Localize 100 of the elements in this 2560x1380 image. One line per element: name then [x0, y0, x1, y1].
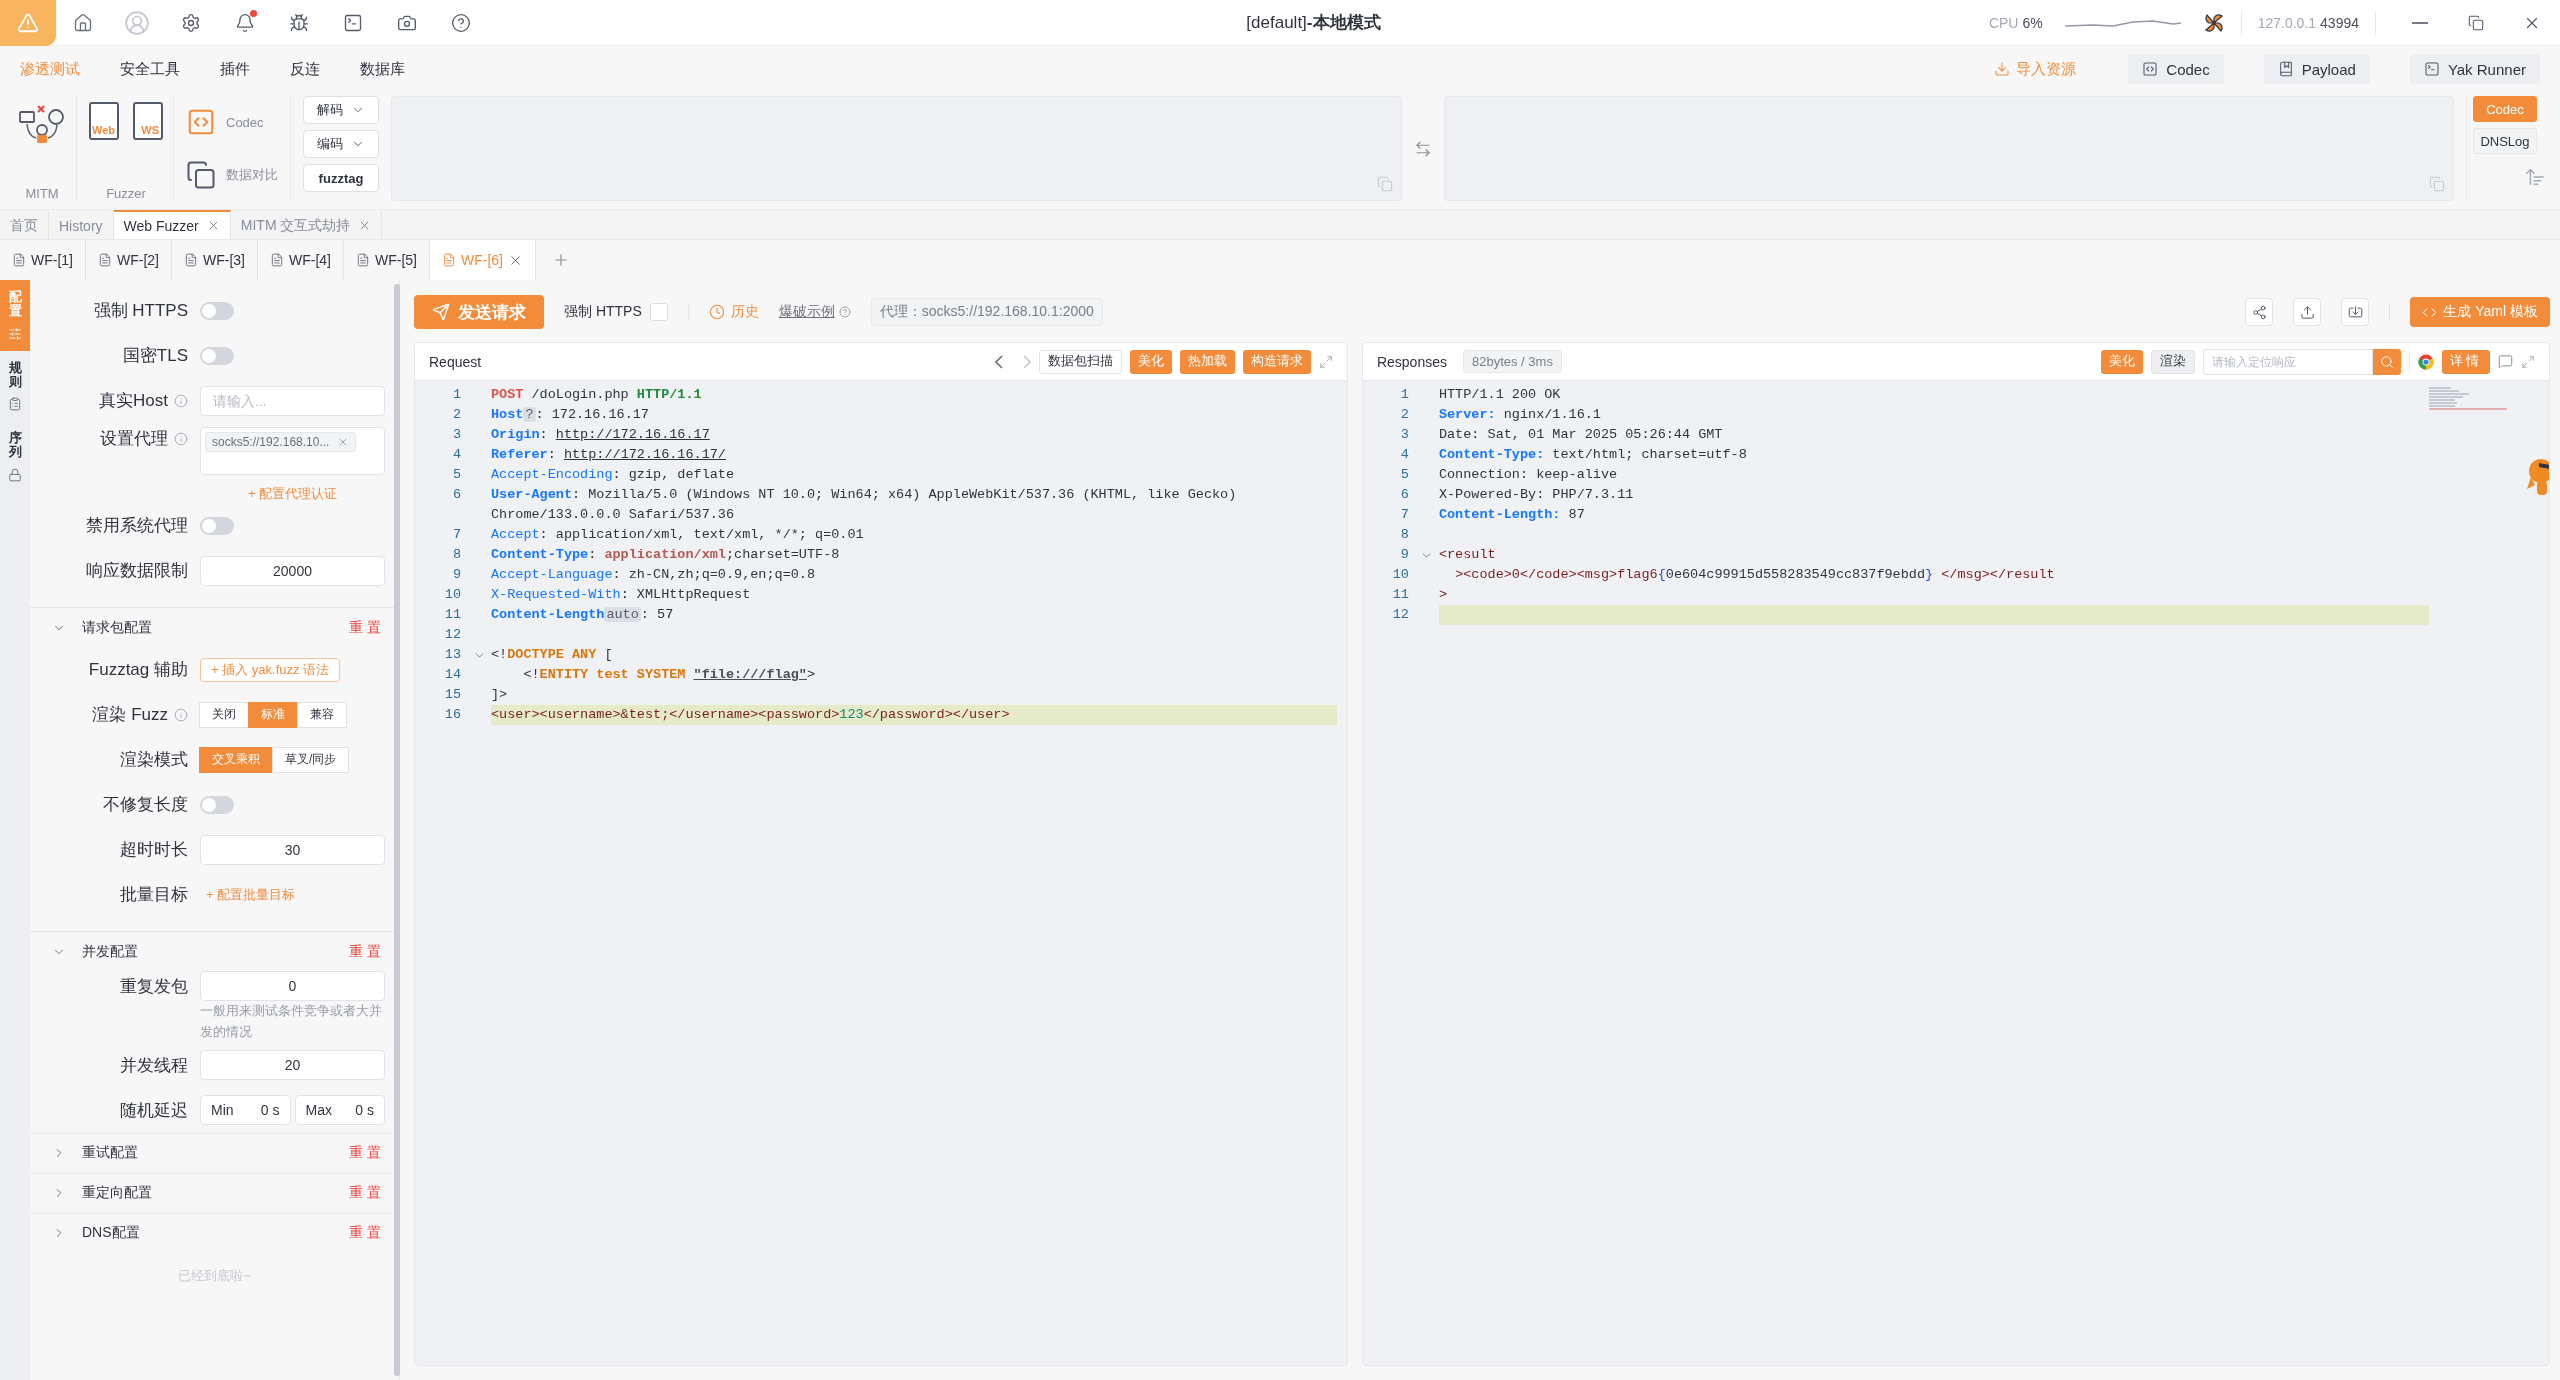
next-button[interactable] [1022, 354, 1031, 369]
chevron-right-icon [1022, 354, 1031, 369]
comment-button[interactable] [2498, 354, 2513, 369]
example-link[interactable]: 爆破示例 [778, 303, 851, 321]
menu-item[interactable]: 反连 [290, 59, 320, 79]
prev-button[interactable] [994, 354, 1003, 369]
minimap-drawing[interactable] [2429, 387, 2509, 411]
encode-dropdown[interactable]: 编码 [303, 130, 379, 158]
import-icon [2347, 304, 2363, 320]
export-button[interactable] [2293, 298, 2322, 326]
tool-button[interactable]: Payload [2263, 54, 2370, 84]
panel-title: Responses [1376, 353, 1447, 370]
toggle-switch[interactable] [200, 795, 234, 814]
min-delay-field[interactable]: Min 0 s [200, 1095, 291, 1126]
vertical-tab[interactable]: 序列 [0, 421, 30, 492]
app-logo[interactable] [0, 0, 56, 46]
code-line: Content-Type: text/html; charset=utf-8 [1438, 446, 1748, 464]
code-line: <!DOCTYPE ANY [ [491, 646, 614, 664]
segment-option[interactable]: 兼容 [297, 701, 347, 728]
tab-icon [8, 467, 22, 482]
line-number: 1 [1399, 386, 1410, 404]
host-field[interactable]: 请输入... [200, 385, 385, 416]
editor-action-button[interactable]: 渲染 [2151, 349, 2195, 374]
input-field[interactable]: 请输入... [211, 391, 374, 410]
reset-button[interactable]: 重置 [349, 942, 385, 961]
line-number: 8 [1399, 526, 1410, 544]
share-button[interactable] [2245, 298, 2274, 326]
code-line: Connection: keep-alive [1438, 466, 1619, 484]
reset-button[interactable]: 重置 [349, 1224, 385, 1243]
input-field[interactable]: 20 [200, 1050, 385, 1081]
side-tab[interactable]: DNSLog [2473, 128, 2537, 154]
toggle-switch[interactable] [200, 516, 234, 535]
reset-button[interactable]: 重置 [349, 1144, 385, 1163]
line-number: 6 [1399, 486, 1410, 504]
pinwheel-icon[interactable] [2202, 11, 2225, 34]
reset-button[interactable]: 重置 [349, 618, 385, 637]
file-icon [442, 253, 456, 267]
codec-input-area[interactable] [391, 96, 1402, 201]
help-icon [451, 12, 471, 33]
input-field[interactable]: 30 [200, 834, 385, 865]
fuzztag-button[interactable]: fuzztag [303, 164, 379, 192]
editor-action-button[interactable]: 数据包扫描 [1038, 349, 1122, 374]
menu-item[interactable]: 数据库 [360, 59, 405, 79]
section-header[interactable]: 并发配置 [52, 942, 138, 961]
browser-icon[interactable] [2418, 353, 2434, 370]
menu-item[interactable]: 插件 [220, 59, 250, 79]
code-line: Accept: application/xml, text/xml, */*; q=0.01 [491, 526, 865, 544]
section-header[interactable]: 请求包配置 [52, 618, 152, 637]
sort-icon[interactable] [2524, 166, 2546, 188]
toggle-switch[interactable] [200, 346, 234, 365]
search-field[interactable]: 请输入定位响应 [2203, 348, 2373, 375]
menu-item[interactable]: 安全工具 [120, 59, 180, 79]
toggle-switch[interactable] [200, 301, 234, 320]
reset-button[interactable]: 重置 [349, 1184, 385, 1203]
copy-icon[interactable] [1376, 176, 1393, 192]
import-button[interactable] [2341, 298, 2370, 326]
fuzzer-tab[interactable]: WF-[3] [172, 240, 258, 280]
tool-icon [2423, 61, 2440, 77]
tab-icon [8, 326, 22, 341]
scrollbar[interactable] [394, 284, 400, 1376]
share-icon [2251, 304, 2267, 320]
section-header[interactable]: 重试配置 [52, 1144, 138, 1163]
section-header[interactable]: DNS配置 [52, 1224, 140, 1243]
segment-option[interactable]: 关闭 [199, 701, 249, 728]
decode-dropdown[interactable]: 解码 [303, 96, 379, 124]
fullscreen-button[interactable] [2521, 354, 2535, 369]
proxy-select[interactable]: socks5://192.168.10... [200, 427, 385, 475]
search-button[interactable] [2373, 348, 2401, 375]
tool-button[interactable]: Yak Runner [2409, 54, 2540, 84]
max-delay-field[interactable]: Max 0 s [294, 1095, 385, 1126]
segment-option[interactable]: 草叉/同步 [272, 746, 350, 773]
field-label: 渲染模式 [120, 749, 188, 771]
swap-icon[interactable] [1413, 139, 1432, 158]
fuzzer-tab[interactable]: WF-[2] [86, 240, 172, 280]
copy-icon[interactable] [2429, 176, 2445, 192]
mitm-icon[interactable] [18, 102, 66, 146]
page-tab[interactable]: Web Fuzzer [113, 210, 231, 239]
https-checkbox[interactable] [649, 303, 668, 321]
section-header[interactable]: 重定向配置 [52, 1184, 152, 1203]
input-field[interactable]: 20000 [200, 555, 385, 586]
line-number: 12 [443, 626, 462, 644]
vertical-tab[interactable]: 规则 [0, 350, 30, 422]
line-number: 11 [443, 606, 462, 624]
send-icon [432, 303, 450, 321]
file-icon [184, 253, 198, 267]
field-label: 禁用系统代理 [86, 515, 188, 537]
line-number: 5 [1399, 466, 1410, 484]
user-avatar-icon [124, 9, 150, 36]
cpu-label: CPU [1988, 14, 2019, 31]
tool-icon [2142, 61, 2159, 77]
tab-icon [8, 397, 22, 412]
info-icon [174, 393, 188, 408]
fullscreen-button[interactable] [1318, 354, 1333, 369]
code-line: Content-Type: application/xml;charset=UTF-8 [491, 546, 841, 564]
code-line: Date: Sat, 01 Mar 2025 05:26:44 GMT [1438, 426, 1724, 444]
fuzzer-tab[interactable]: WF-[4] [258, 240, 344, 280]
fuzzer-label: Fuzzer [106, 186, 146, 201]
input-field[interactable]: 0 [200, 971, 385, 1001]
tool-button[interactable]: Codec [2128, 54, 2224, 84]
line-number: 2 [1399, 406, 1410, 424]
